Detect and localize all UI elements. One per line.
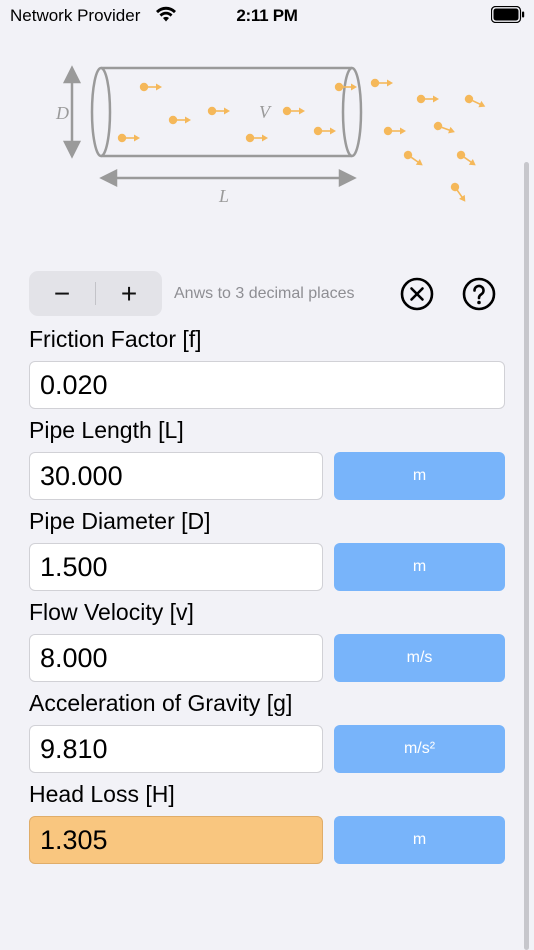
friction-factor-label: Friction Factor [f] (29, 326, 202, 352)
clock: 2:11 PM (236, 6, 298, 25)
head-loss-unit-button[interactable]: m (334, 816, 505, 864)
flow-particle (245, 133, 268, 143)
increase-decimals-button[interactable]: + (96, 271, 162, 316)
flow-particle (416, 94, 439, 104)
decimal-stepper: − + (29, 271, 162, 316)
friction-factor-input[interactable] (29, 361, 505, 409)
pipe-flow-diagram: D V L (55, 65, 486, 206)
head-loss-label: Head Loss [H] (29, 781, 175, 807)
pipe-diameter-input[interactable] (29, 543, 323, 591)
flow-velocity-input[interactable] (29, 634, 323, 682)
status-bar: Network Provider 2:11 PM (0, 0, 534, 30)
gravity-label: Acceleration of Gravity [g] (29, 690, 293, 716)
flow-particle (282, 106, 305, 116)
clear-icon[interactable] (400, 277, 434, 311)
flow-particle (383, 126, 406, 136)
toolbar: − + Anws to 3 decimal places (29, 271, 505, 317)
flow-particle (464, 94, 486, 108)
flow-particle (370, 78, 393, 88)
flow-particle (139, 82, 162, 92)
flow-particle (117, 133, 140, 143)
pipe-diameter-unit-button[interactable]: m (334, 543, 505, 591)
flow-particle (313, 126, 336, 136)
length-label: L (218, 186, 229, 206)
pipe-length-label: Pipe Length [L] (29, 417, 184, 443)
flow-velocity-unit-button[interactable]: m/s (334, 634, 505, 682)
flow-particle (207, 106, 230, 116)
pipe-length-unit-button[interactable]: m (334, 452, 505, 500)
gravity-input[interactable] (29, 725, 323, 773)
help-icon[interactable] (462, 277, 496, 311)
decrease-decimals-button[interactable]: − (29, 271, 95, 316)
flow-particle (433, 121, 455, 134)
precision-note: Anws to 3 decimal places (174, 285, 355, 302)
flow-particle (403, 150, 423, 166)
battery-icon (491, 6, 525, 23)
flow-particle (456, 150, 476, 166)
pipe-length-input[interactable] (29, 452, 323, 500)
gravity-unit-button[interactable]: m/s² (334, 725, 505, 773)
head-loss-output[interactable] (29, 816, 323, 864)
diameter-label: D (55, 103, 69, 123)
flow-particle (168, 115, 191, 125)
velocity-label: V (259, 102, 272, 122)
flow-particles (117, 78, 486, 202)
flow-velocity-label: Flow Velocity [v] (29, 599, 194, 625)
scroll-indicator[interactable] (524, 162, 529, 950)
length-dimension-arrow (99, 168, 357, 188)
flow-particle (450, 182, 466, 202)
pipe-diameter-label: Pipe Diameter [D] (29, 508, 211, 534)
